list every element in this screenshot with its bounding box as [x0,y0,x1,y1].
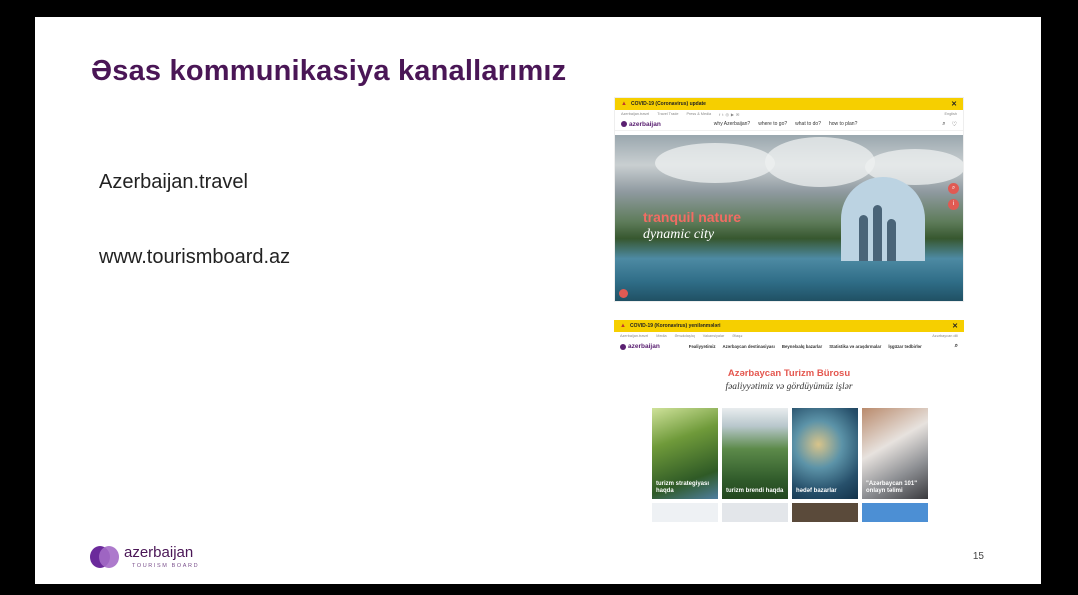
top-links: Azerbaijan.travel Media Əməkdaşlıq Vakan… [614,332,964,340]
hero-headline: tranquil nature [643,209,742,225]
brand-text: azerbaijan [628,343,660,350]
hero-subline: dynamic city [643,227,715,242]
hero-image: tranquil nature dynamic city ⌕ i [615,135,963,301]
link-tourismboard[interactable]: www.tourismboard.az [99,246,290,269]
nav-destination[interactable]: Azərbaycan destinasiyası [723,344,775,349]
slide-title: Əsas kommunikasiya kanallarımız [91,55,567,87]
city-arch [841,177,925,261]
section-subheading: fəaliyyətimiz və gördüyümüz işlər [725,382,853,392]
main-nav: azerbaijan why Azerbaijan? where to go? … [615,118,963,131]
warning-icon: ▲ [620,323,626,329]
section-heading: Azərbaycan Turizm Bürosu [727,368,851,379]
search-icon[interactable]: ⌕ [942,121,945,128]
brand-logo[interactable]: azerbaijan [620,343,660,350]
brand-logo[interactable]: azerbaijan [621,121,661,128]
footer-sub: TOURISM BOARD [132,563,200,569]
top-link[interactable]: Azerbaijan.travel [621,112,649,116]
top-link[interactable]: Travel Trade [657,112,678,116]
covid-banner-text: COVID-19 (Koronavirus) yenilənmələri [629,323,721,329]
nav-statistics[interactable]: Statistika və araşdırmalar [829,344,881,349]
top-link[interactable]: Azerbaijan.travel [620,334,648,338]
info-icon[interactable]: i [948,199,959,210]
top-link[interactable]: Vakansiyalar [703,334,724,338]
tile-markets[interactable]: hədəf bazarlar [792,408,858,499]
nav-events[interactable]: İşgüzar tədbirlər [888,344,921,349]
nav-markets[interactable]: Beynəlxalq bazarlar [782,344,822,349]
close-icon[interactable]: ✕ [951,100,957,108]
tile-strategy[interactable]: turizm strategiyası haqda [652,408,718,499]
heart-icon[interactable]: ♡ [952,121,957,128]
language-select[interactable]: Azərbaycan dili [932,334,964,338]
covid-banner[interactable]: ▲ COVID-19 (Koronavirus) yenilənmələri ✕ [614,320,964,332]
logo-icon [621,121,627,127]
footer-brand: azerbaijan [124,544,194,561]
badge-icon[interactable] [619,289,628,298]
footer-logo: azerbaijan TOURISM BOARD [90,545,199,569]
tile-caption: turizm strategiyası haqda [656,481,710,494]
top-link[interactable]: Əməkdaşlıq [675,334,695,338]
nav-where[interactable]: where to go? [758,121,787,127]
nav-why[interactable]: why Azerbaijan? [714,121,750,127]
tourismboard-screenshot: ▲ COVID-19 (Koronavirus) yenilənmələri ✕… [614,320,964,522]
tile-caption: turizm brendi haqda [726,488,784,494]
main-nav: azerbaijan Fəaliyyətimiz Azərbaycan dest… [614,340,964,353]
top-link[interactable]: Media [656,334,666,338]
tile-caption: hədəf bazarlar [796,488,837,494]
tile-partial[interactable] [862,503,928,522]
tile-partial[interactable] [722,503,788,522]
top-link[interactable]: Press & Media [686,112,711,116]
tile-row-partial [652,503,928,522]
warning-icon: ▲ [621,101,627,107]
tile-partial[interactable] [652,503,718,522]
tile-training[interactable]: "Azərbaycan 101" onlayn təlimi [862,408,928,499]
share-icon[interactable]: ⌕ [948,183,959,194]
language-select[interactable]: English [945,112,963,116]
azerbaijan-travel-screenshot: ▲ COVID-19 (Coronavirus) update ✕ Azerba… [614,97,964,302]
covid-banner-text: COVID-19 (Coronavirus) update [630,101,706,107]
social-icons[interactable]: f t ◎ ▶ ✉ [719,112,739,117]
top-links: Azerbaijan.travel Travel Trade Press & M… [615,110,963,118]
tile-brand[interactable]: turizm brendi haqda [722,408,788,499]
brand-mark-icon [90,545,119,569]
top-link[interactable]: Əlaqə [732,334,742,338]
nav-what[interactable]: what to do? [795,121,821,127]
search-icon[interactable]: ⌕ [955,343,958,350]
nav-activity[interactable]: Fəaliyyətimiz [689,344,716,349]
brand-text: azerbaijan [629,120,661,128]
tile-grid: turizm strategiyası haqda turizm brendi … [652,408,928,499]
tile-caption: "Azərbaycan 101" onlayn təlimi [866,481,918,494]
nav-how[interactable]: how to plan? [829,121,857,127]
tile-partial[interactable] [792,503,858,522]
presentation-slide: Əsas kommunikasiya kanallarımız Azerbaij… [35,17,1041,584]
page-number: 15 [972,551,984,562]
link-azerbaijan-travel[interactable]: Azerbaijan.travel [99,171,248,194]
logo-icon [620,343,626,350]
close-icon[interactable]: ✕ [952,322,958,330]
covid-banner[interactable]: ▲ COVID-19 (Coronavirus) update ✕ [615,98,963,110]
